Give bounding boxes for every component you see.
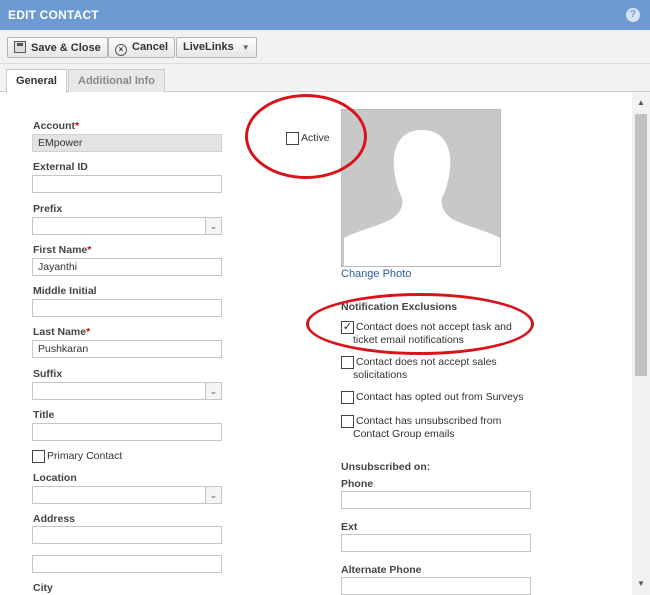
phone-label: Phone [341, 478, 374, 490]
prefix-label: Prefix [33, 203, 63, 215]
ext-field[interactable] [341, 534, 531, 552]
vertical-scrollbar[interactable]: ▲ ▼ [632, 92, 650, 595]
city-label: City [33, 582, 53, 594]
cancel-button[interactable]: × Cancel [108, 37, 176, 58]
chevron-down-icon: ▼ [241, 43, 250, 52]
window-titlebar: EDIT CONTACT ? [0, 0, 650, 30]
primary-contact-checkbox[interactable] [32, 450, 45, 463]
external-id-field[interactable] [32, 175, 222, 193]
save-close-label: Save & Close [31, 42, 101, 54]
help-icon[interactable]: ? [626, 8, 640, 22]
tab-general[interactable]: General [6, 69, 67, 93]
scroll-up-icon[interactable]: ▲ [632, 96, 650, 110]
external-id-label: External ID [33, 161, 88, 173]
notify-sales-checkbox[interactable] [341, 356, 354, 369]
ext-label: Ext [341, 521, 358, 533]
annotation-circle-notification [306, 293, 534, 355]
phone-field[interactable] [341, 491, 531, 509]
save-close-button[interactable]: Save & Close [7, 37, 108, 58]
account-field: EMpower [32, 134, 222, 152]
address-label: Address [33, 513, 76, 525]
cancel-icon: × [115, 44, 127, 56]
alternate-phone-field[interactable] [341, 577, 531, 595]
notify-surveys-checkbox[interactable] [341, 391, 354, 404]
last-name-label: Last Name* [33, 326, 91, 338]
livelinks-dropdown[interactable]: LiveLinks ▼ [176, 37, 257, 58]
suffix-label: Suffix [33, 368, 63, 380]
tab-bar: General Additional Info [0, 64, 650, 93]
suffix-select[interactable]: ⌄ [32, 382, 222, 400]
account-label: Account* [33, 120, 80, 132]
cancel-label: Cancel [132, 41, 169, 53]
annotation-circle-active [245, 94, 367, 179]
primary-contact-label: Primary Contact [47, 450, 123, 462]
chevron-down-icon: ⌄ [205, 487, 221, 503]
first-name-field[interactable]: Jayanthi [32, 258, 222, 276]
title-field[interactable] [32, 423, 222, 441]
tab-additional-info[interactable]: Additional Info [68, 69, 165, 92]
notify-sales-label: Contact does not accept sales [356, 356, 497, 368]
window-title: EDIT CONTACT [8, 8, 99, 22]
chevron-down-icon: ⌄ [205, 383, 221, 399]
address-line2-field[interactable] [32, 555, 222, 573]
alternate-phone-label: Alternate Phone [341, 564, 422, 576]
toolbar: Save & Close × Cancel LiveLinks ▼ [0, 30, 650, 64]
livelinks-label: LiveLinks [183, 41, 234, 53]
notify-group-email-label: Contact has unsubscribed from [356, 415, 502, 427]
change-photo-link[interactable]: Change Photo [341, 268, 411, 280]
notify-sales-label-line2: solicitations [353, 369, 408, 381]
form-content: Account* EMpower External ID Prefix ⌄ Fi… [0, 92, 632, 595]
location-label: Location [33, 472, 77, 484]
unsubscribed-heading: Unsubscribed on: [341, 461, 431, 473]
chevron-down-icon: ⌄ [205, 218, 221, 234]
first-name-label: First Name* [33, 244, 92, 256]
prefix-select[interactable]: ⌄ [32, 217, 222, 235]
save-icon [14, 41, 26, 53]
scrollbar-thumb[interactable] [635, 114, 647, 376]
notify-group-email-label-line2: Contact Group emails [353, 428, 455, 440]
title-label: Title [33, 409, 55, 421]
middle-initial-field[interactable] [32, 299, 222, 317]
last-name-field[interactable]: Pushkaran [32, 340, 222, 358]
address-line1-field[interactable] [32, 526, 222, 544]
middle-initial-label: Middle Initial [33, 285, 97, 297]
location-select[interactable]: ⌄ [32, 486, 222, 504]
notify-group-email-checkbox[interactable] [341, 415, 354, 428]
notify-surveys-label: Contact has opted out from Surveys [356, 391, 524, 403]
scroll-down-icon[interactable]: ▼ [632, 577, 650, 591]
